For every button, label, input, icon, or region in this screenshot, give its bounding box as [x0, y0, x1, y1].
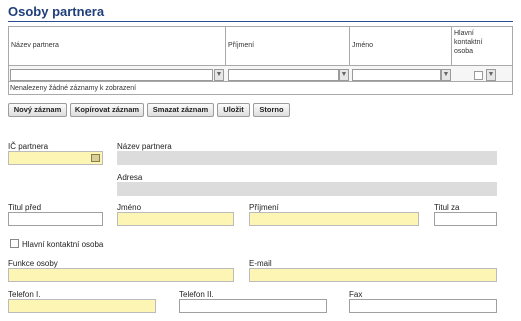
phone1-label: Telefon I.	[8, 290, 41, 299]
fax-input[interactable]	[349, 299, 497, 313]
filter-icon[interactable]: ▼	[214, 69, 224, 81]
title-before-label: Titul před	[8, 203, 42, 212]
phone2-label: Telefon II.	[179, 290, 214, 299]
filter-input-first-name[interactable]	[352, 69, 441, 81]
column-header-label: Příjmení	[228, 42, 255, 49]
column-header-name[interactable]: Název partnera	[9, 27, 226, 65]
phone2-input[interactable]	[179, 299, 327, 313]
column-header-label: Jméno	[352, 42, 374, 49]
new-record-button[interactable]: Nový záznam	[8, 103, 67, 117]
filter-input-last-name[interactable]	[228, 69, 339, 81]
lookup-icon[interactable]	[91, 154, 100, 162]
filter-icon[interactable]: ▼	[339, 69, 349, 81]
filter-row: ▼ ▼ ▼ ▼	[9, 65, 512, 82]
role-input[interactable]	[8, 268, 234, 282]
title-after-label: Titul za	[434, 203, 460, 212]
ic-label: IČ partnera	[8, 142, 49, 151]
filter-checkbox[interactable]	[474, 71, 483, 80]
phone1-input[interactable]	[8, 299, 156, 313]
title-divider	[8, 21, 513, 22]
column-header-first-name[interactable]: Jméno	[350, 27, 452, 65]
filter-icon[interactable]: ▼	[441, 69, 451, 81]
first-name-input[interactable]	[117, 212, 234, 226]
email-input[interactable]	[249, 268, 497, 282]
copy-record-button[interactable]: Kopírovat záznam	[70, 103, 144, 117]
title-after-input[interactable]	[434, 212, 497, 226]
save-button[interactable]: Uložit	[217, 103, 250, 117]
main-contact-checkbox[interactable]	[10, 239, 19, 248]
empty-message: Nenalezeny žádné záznamy k zobrazení	[10, 85, 137, 92]
cancel-button[interactable]: Storno	[253, 103, 290, 117]
column-header-main-contact[interactable]: Hlavní kontaktní osoba	[452, 27, 512, 65]
column-header-label: Název partnera	[11, 42, 59, 49]
last-name-label: Příjmení	[249, 203, 279, 212]
main-contact-label: Hlavní kontaktní osoba	[22, 240, 104, 249]
address-label: Adresa	[117, 173, 143, 182]
page-title: Osoby partnera	[8, 4, 105, 19]
fax-label: Fax	[349, 290, 363, 299]
filter-icon[interactable]: ▼	[486, 69, 496, 81]
partner-name-field	[117, 151, 497, 165]
column-header-last-name[interactable]: Příjmení	[226, 27, 350, 65]
email-label: E-mail	[249, 259, 272, 268]
last-name-input[interactable]	[249, 212, 419, 226]
ic-input[interactable]	[8, 151, 103, 165]
filter-input-name[interactable]	[10, 69, 213, 81]
first-name-label: Jméno	[117, 203, 142, 212]
role-label: Funkce osoby	[8, 259, 58, 268]
contacts-grid: Název partnera Příjmení Jméno Hlavní kon…	[8, 26, 513, 95]
delete-record-button[interactable]: Smazat záznam	[147, 103, 214, 117]
partner-name-label: Název partnera	[117, 142, 172, 151]
column-header-label: Hlavní kontaktní osoba	[454, 30, 483, 55]
address-field	[117, 182, 497, 196]
title-before-input[interactable]	[8, 212, 103, 226]
